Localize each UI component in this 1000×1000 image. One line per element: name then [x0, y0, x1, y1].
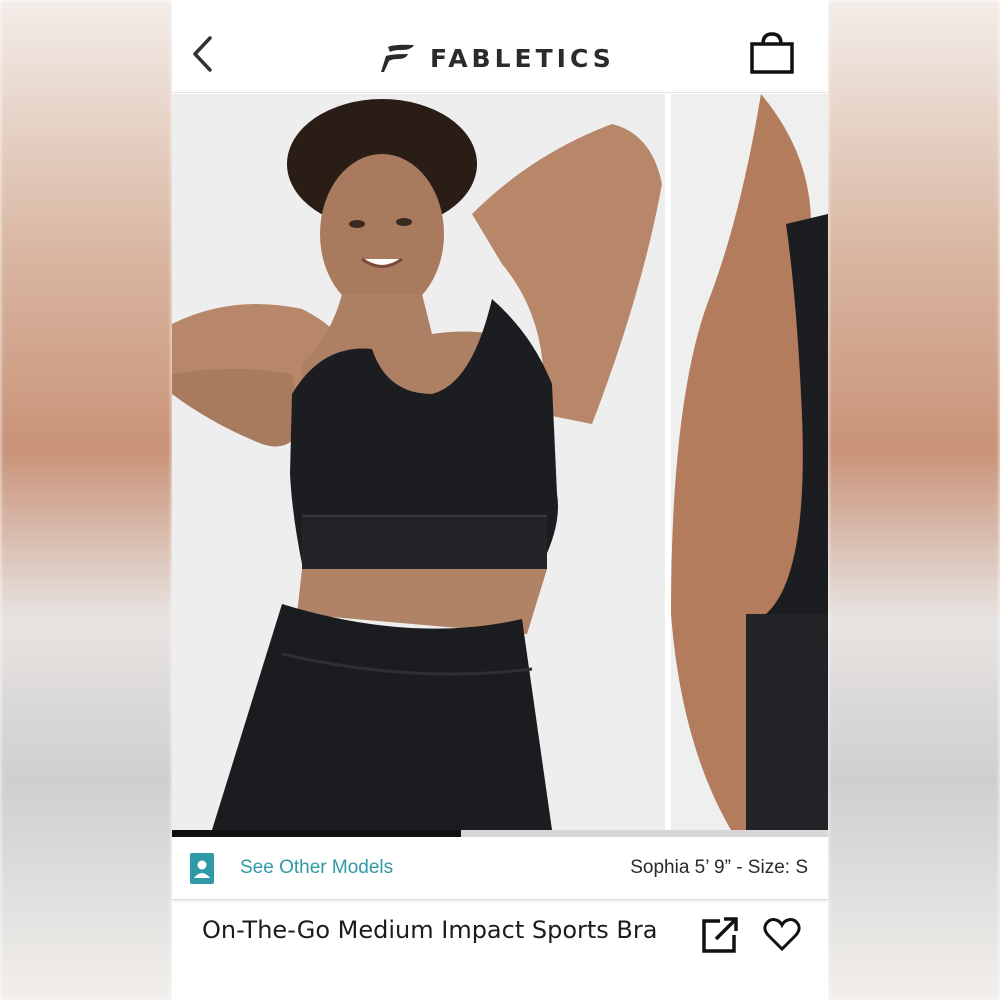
model-info-bar: See Other Models Sophia 5’ 9” - Size: S [172, 837, 828, 900]
product-title: On-The-Go Medium Impact Sports Bra [202, 916, 658, 944]
shopping-bag-button[interactable] [747, 30, 797, 76]
wishlist-button[interactable] [762, 915, 802, 955]
brand-logo[interactable]: FABLETICS [380, 38, 615, 78]
person-card-icon [190, 853, 214, 884]
share-external-icon [702, 917, 738, 953]
fabletics-logo-icon [381, 44, 414, 72]
share-button[interactable] [700, 915, 740, 955]
carousel-progress-fill [172, 830, 461, 837]
model-back-detail-photo [671, 94, 828, 830]
carousel-progress-bar [172, 830, 828, 837]
back-button[interactable] [184, 30, 220, 78]
see-other-models-link[interactable]: See Other Models [240, 857, 393, 879]
top-header: FABLETICS [172, 0, 828, 93]
blurred-background-right [828, 0, 1000, 1000]
product-photo-back[interactable] [671, 94, 828, 830]
model-front-photo [172, 94, 665, 830]
product-photo-front[interactable] [172, 94, 665, 830]
chevron-left-icon [193, 36, 212, 72]
heart-icon [763, 918, 801, 952]
shopping-bag-icon [750, 32, 794, 74]
product-image-carousel[interactable] [172, 94, 828, 830]
product-page: FABLETICS See Other Models Sophia 5’ 9” … [172, 0, 828, 1000]
model-size-info: Sophia 5’ 9” - Size: S [630, 857, 808, 878]
brand-name: FABLETICS [430, 43, 615, 73]
blurred-background-left [0, 0, 172, 1000]
